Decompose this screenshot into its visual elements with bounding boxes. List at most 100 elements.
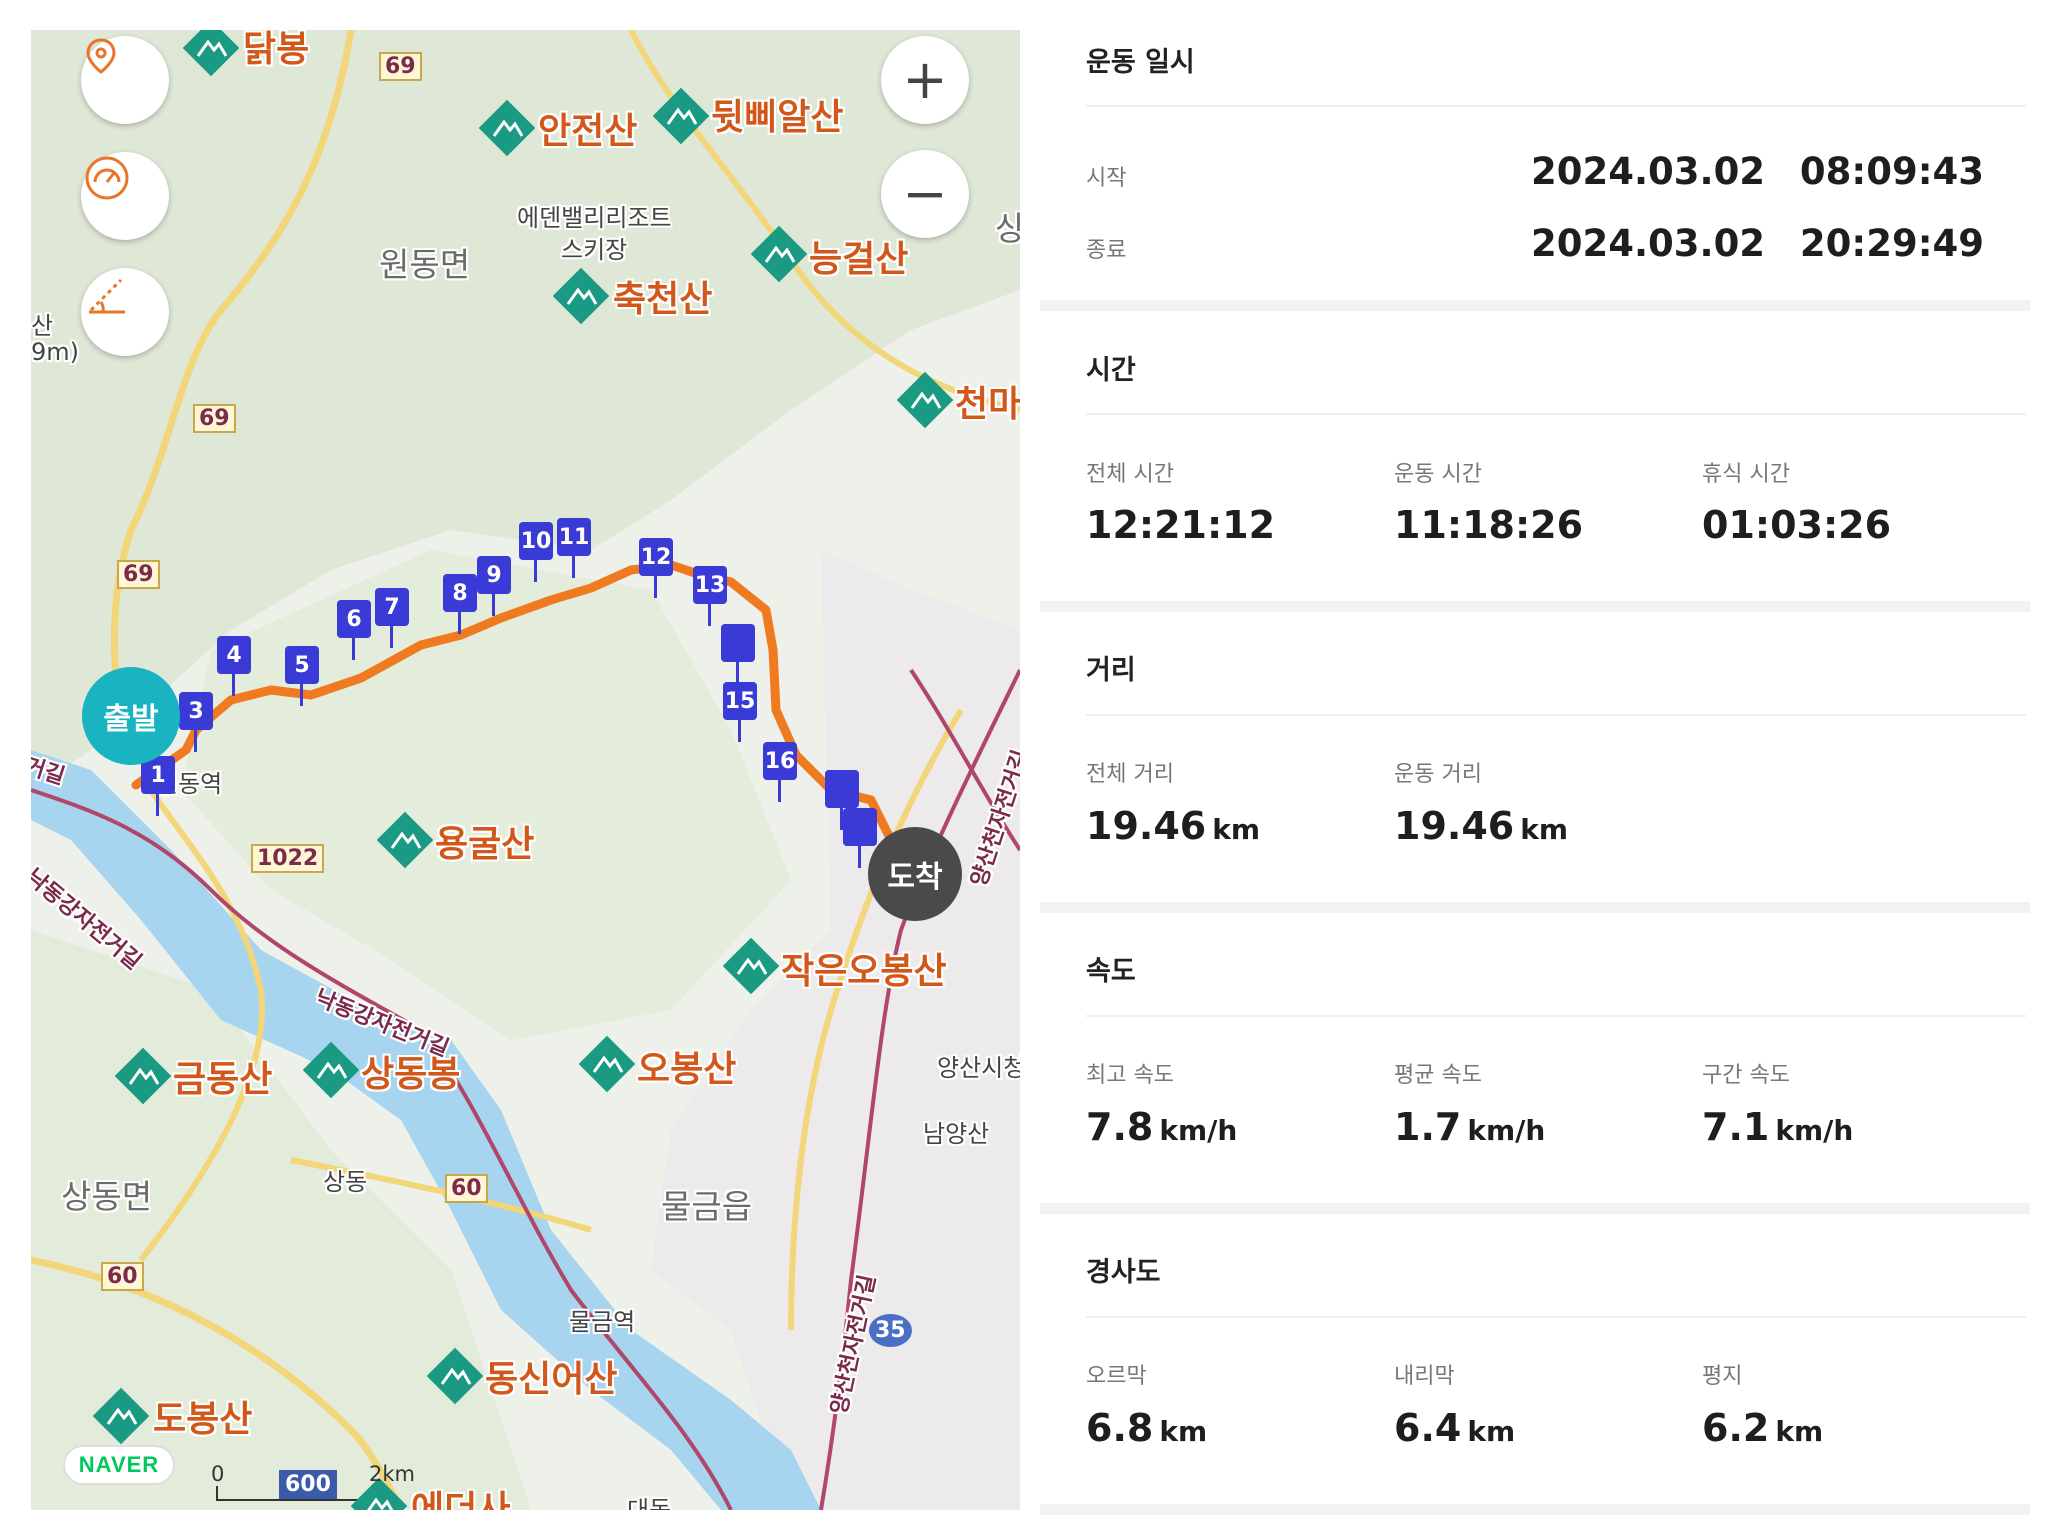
route-marker[interactable]: 3 [179,692,213,752]
zoom-out-button[interactable]: − [881,150,969,238]
divider [1086,1316,2026,1318]
scale-zero: 0 [211,1462,225,1486]
exercise-distance-value: 19.46 km [1394,804,1568,848]
route-marker[interactable]: 16 [763,742,797,802]
slope-icon [89,278,125,314]
place-label: 스키장 [561,236,628,264]
section-title: 시간 [1086,355,1136,386]
exercise-time-label: 운동 시간 [1394,462,1482,487]
map-view[interactable]: + − 닭봉 안전산 뒷삐알산 축천산 능걸산 천마 용굴산 작은오봉산 오봉산… [31,30,1020,1510]
stats-panel: 운동 일시 시작 2024.03.02 08:09:43 종료 2024.03.… [1040,0,2046,1535]
route-marker[interactable]: 11 [557,518,591,578]
area-label: 물금읍 [661,1187,753,1226]
section-gap [1040,902,2030,913]
scale-max: 2km [369,1462,415,1486]
mountain-label: 오봉산 [637,1049,737,1090]
edge-label: 상 [995,209,1020,248]
route-marker[interactable]: 9 [477,556,511,616]
route-marker[interactable]: 8 [443,574,477,634]
route-marker[interactable]: 10 [519,522,553,582]
total-time-label: 전체 시간 [1086,462,1174,487]
max-speed-value: 7.8 km/h [1086,1105,1238,1149]
speedometer-icon [85,156,129,200]
uphill-value: 6.8 km [1086,1406,1208,1450]
total-distance-value: 19.46 km [1086,804,1260,848]
exercise-time-value: 11:18:26 [1394,503,1584,547]
distance-section: 거리 전체 거리 19.46 km 운동 거리 19.46 km [1040,612,2030,902]
end-marker[interactable]: 도착 [868,827,962,921]
divider [1086,105,2026,107]
start-datetime: 2024.03.02 08:09:43 [1530,150,1984,193]
area-label: 상동면 [61,1177,153,1216]
place-label: 남양산 [923,1120,990,1148]
route-marker[interactable] [721,624,755,684]
mountain-label: 안전산 [538,111,638,152]
section-title: 거리 [1086,655,1136,686]
downhill-value: 6.4 km [1394,1406,1516,1450]
section-gap [1040,1203,2030,1214]
mountain-label: 뒷삐알산 [711,97,844,138]
plus-icon: + [902,48,948,111]
route-marker[interactable]: 13 [693,566,727,626]
section-speed-label: 구간 속도 [1702,1063,1790,1088]
mountain-icon [182,30,240,77]
mountain-icon [896,371,954,429]
route-marker[interactable]: 4 [217,636,251,696]
road-number: 600 [279,1470,337,1499]
datetime-section: 운동 일시 시작 2024.03.02 08:09:43 종료 2024.03.… [1040,0,2030,300]
speed-button[interactable] [81,152,169,240]
start-marker[interactable]: 출발 [82,667,180,765]
downhill-label: 내리막 [1394,1364,1455,1389]
road-number: 69 [193,404,236,433]
place-label: 에덴밸리리조트 [517,204,672,232]
section-gap [1040,300,2030,311]
flat-label: 평지 [1702,1364,1743,1389]
route-marker[interactable]: 5 [285,646,319,706]
route-marker[interactable]: 12 [639,538,673,598]
location-button[interactable] [81,36,169,124]
mountain-icon [722,937,780,995]
mountain-label: 동신어산 [485,1359,618,1400]
avg-speed-value: 1.7 km/h [1394,1105,1546,1149]
mountain-label: 작은오봉산 [781,951,947,992]
mountain-icon [652,87,710,145]
mountain-icon [302,1041,360,1099]
section-gap [1040,601,2030,612]
slope-section: 경사도 오르막 6.8 km 내리막 6.4 km 평지 6.2 km [1040,1214,2030,1504]
mountain-icon [92,1387,150,1445]
place-label: 양산시청 [937,1054,1020,1082]
place-label: 대동 [627,1496,672,1510]
route-marker[interactable] [825,770,859,830]
naver-logo: NAVER [63,1445,175,1485]
mountain-label: 천마 [955,384,1020,425]
road-number: 69 [379,52,422,81]
end-label: 종료 [1086,238,1127,263]
end-datetime: 2024.03.02 20:29:49 [1530,222,1984,265]
mountain-label: 능걸산 [809,239,909,280]
mountain-label: 금동산 [173,1059,273,1100]
exercise-distance-label: 운동 거리 [1394,762,1482,787]
slope-button[interactable] [81,268,169,356]
mountain-label: 닭봉 [243,30,310,70]
divider [1086,413,2026,415]
time-section: 시간 전체 시간 12:21:12 운동 시간 11:18:26 휴식 시간 0… [1040,311,2030,601]
total-distance-label: 전체 거리 [1086,762,1174,787]
mountain-icon [376,811,434,869]
uphill-label: 오르막 [1086,1364,1147,1389]
zoom-in-button[interactable]: + [881,36,969,124]
avg-speed-label: 평균 속도 [1394,1063,1482,1088]
place-label: 물금역 [569,1308,636,1336]
place-label: 상동 [323,1168,368,1196]
section-speed-value: 7.1 km/h [1702,1105,1854,1149]
mountain-icon [552,267,610,325]
route-marker[interactable]: 15 [723,682,757,742]
mountain-label: 도봉산 [153,1399,253,1440]
route-marker[interactable]: 6 [337,600,371,660]
route-marker[interactable]: 7 [375,588,409,648]
area-label: 원동면 [379,245,471,284]
route-marker[interactable] [843,808,877,868]
mountain-icon [578,1035,636,1093]
section-title: 운동 일시 [1086,47,1195,78]
location-pin-icon [86,38,116,74]
speed-section: 속도 최고 속도 7.8 km/h 평균 속도 1.7 km/h 구간 속도 7.1… [1040,913,2030,1203]
